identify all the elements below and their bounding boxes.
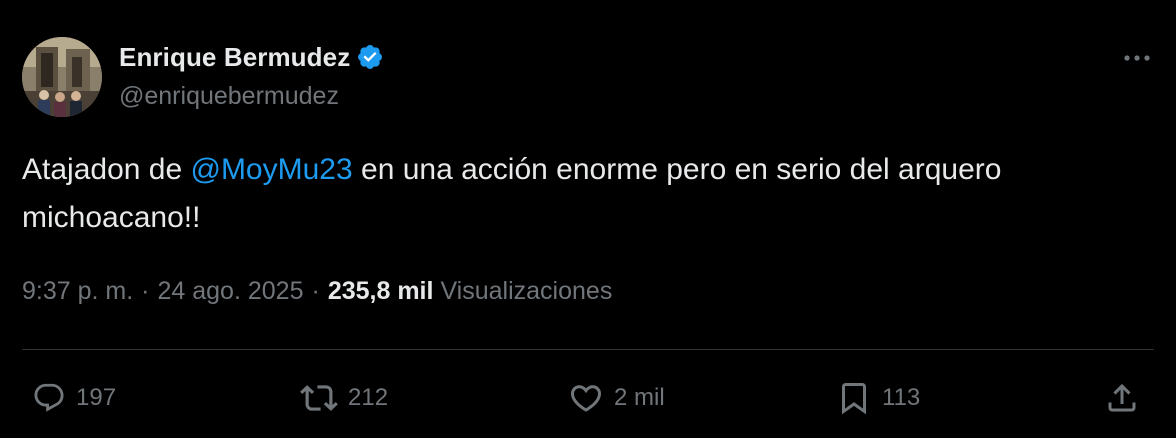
reply-icon [34, 383, 64, 412]
views-label: Visualizaciones [440, 277, 613, 305]
reply-count: 197 [76, 384, 117, 411]
like-count: 2 mil [614, 384, 665, 411]
tweet-text: Atajadon de @MoyMu23 en una acción enorm… [22, 146, 1162, 242]
tweet-date[interactable]: 24 ago. 2025 [158, 277, 304, 306]
meta-separator: · [141, 277, 150, 305]
repost-count: 212 [348, 384, 389, 411]
author-handle[interactable]: @enriquebermudez [119, 82, 339, 111]
views-count: 235,8 mil [327, 277, 434, 305]
like-button[interactable]: 2 mil [568, 376, 665, 420]
tweet-meta: 9:37 p. m. · 24 ago. 2025 · 235,8 mil Vi… [22, 277, 612, 306]
repost-button[interactable]: 212 [300, 376, 388, 420]
bookmark-icon [842, 383, 866, 415]
avatar[interactable] [22, 37, 102, 117]
heart-icon [570, 385, 602, 412]
mention-link[interactable]: @MoyMu23 [190, 153, 352, 186]
action-bar: 197 212 2 mil 113 [0, 376, 1176, 420]
share-icon [1108, 383, 1136, 412]
tweet-text-before: Atajadon de [22, 153, 191, 186]
more-options-button[interactable] [1118, 44, 1156, 72]
more-dots-icon [1124, 55, 1150, 61]
bookmark-button[interactable]: 113 [836, 376, 920, 420]
tweet-time[interactable]: 9:37 p. m. [22, 277, 133, 306]
avatar-image [22, 37, 102, 117]
meta-separator: · [311, 277, 320, 305]
verified-badge-icon[interactable] [356, 43, 384, 71]
bookmark-count: 113 [882, 384, 921, 411]
reply-button[interactable]: 197 [32, 376, 116, 420]
divider [22, 349, 1154, 350]
share-button[interactable] [1104, 376, 1140, 420]
author-display-name[interactable]: Enrique Bermudez [119, 42, 350, 73]
repost-icon [300, 385, 338, 411]
author-name-row: Enrique Bermudez [119, 40, 384, 74]
